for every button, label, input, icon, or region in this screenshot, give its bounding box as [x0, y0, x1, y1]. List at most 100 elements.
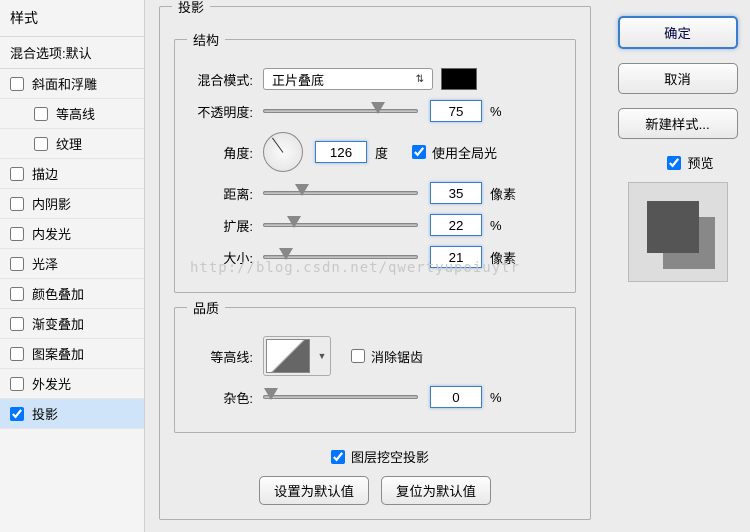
size-slider[interactable] — [263, 255, 418, 259]
knockout-checkbox[interactable]: 图层挖空投影 — [331, 447, 429, 466]
size-label: 大小: — [189, 248, 253, 267]
sidebar-item-checkbox[interactable] — [10, 77, 24, 91]
sidebar-item-1[interactable]: 等高线 — [0, 99, 144, 129]
opacity-thumb[interactable] — [371, 102, 385, 114]
structure-title: 结构 — [187, 30, 225, 49]
ok-button[interactable]: 确定 — [618, 16, 738, 49]
preview-label: 预览 — [687, 153, 713, 172]
sidebar-item-checkbox[interactable] — [10, 377, 24, 391]
noise-thumb[interactable] — [264, 388, 278, 400]
sidebar-item-label: 等高线 — [56, 104, 95, 123]
sidebar-item-label: 投影 — [32, 404, 58, 423]
sidebar-item-10[interactable]: 外发光 — [0, 369, 144, 399]
sidebar-item-11[interactable]: 投影 — [0, 399, 144, 429]
opacity-label: 不透明度: — [189, 102, 253, 121]
global-light-cb[interactable] — [412, 145, 426, 159]
effect-title: 投影 — [172, 0, 210, 16]
sidebar-item-label: 渐变叠加 — [32, 314, 84, 333]
sidebar-item-4[interactable]: 内阴影 — [0, 189, 144, 219]
contour-swatch — [266, 339, 310, 373]
chevron-down-icon: ▼ — [316, 351, 328, 361]
global-light-label: 使用全局光 — [432, 143, 497, 162]
spread-input[interactable] — [430, 214, 482, 236]
cancel-button[interactable]: 取消 — [618, 63, 738, 94]
make-default-button[interactable]: 设置为默认值 — [259, 476, 369, 505]
global-light-checkbox[interactable]: 使用全局光 — [412, 143, 497, 162]
sidebar-item-label: 图案叠加 — [32, 344, 84, 363]
spread-thumb[interactable] — [287, 216, 301, 228]
sidebar-item-6[interactable]: 光泽 — [0, 249, 144, 279]
drop-shadow-group: 投影 结构 混合模式: 正片叠底 ⇅ 不透明度: — [159, 6, 591, 520]
blend-mode-value: 正片叠底 — [272, 70, 324, 89]
sidebar-item-label: 描边 — [32, 164, 58, 183]
sidebar-item-checkbox[interactable] — [10, 257, 24, 271]
noise-input[interactable] — [430, 386, 482, 408]
sidebar-item-0[interactable]: 斜面和浮雕 — [0, 69, 144, 99]
reset-default-button[interactable]: 复位为默认值 — [381, 476, 491, 505]
sidebar-item-9[interactable]: 图案叠加 — [0, 339, 144, 369]
angle-label: 角度: — [189, 143, 253, 162]
styles-sidebar: 样式 混合选项:默认 斜面和浮雕等高线纹理描边内阴影内发光光泽颜色叠加渐变叠加图… — [0, 0, 145, 532]
angle-input[interactable] — [315, 141, 367, 163]
sidebar-item-label: 光泽 — [32, 254, 58, 273]
distance-slider[interactable] — [263, 191, 418, 195]
anti-alias-cb[interactable] — [351, 349, 365, 363]
contour-picker[interactable]: ▼ — [263, 336, 331, 376]
sidebar-item-checkbox[interactable] — [10, 317, 24, 331]
knockout-cb[interactable] — [331, 450, 345, 464]
anti-alias-checkbox[interactable]: 消除锯齿 — [351, 347, 423, 366]
blend-options-item[interactable]: 混合选项:默认 — [0, 37, 144, 69]
sidebar-item-7[interactable]: 颜色叠加 — [0, 279, 144, 309]
opacity-unit: % — [490, 104, 502, 119]
spread-slider[interactable] — [263, 223, 418, 227]
sidebar-item-checkbox[interactable] — [34, 107, 48, 121]
preview-cb[interactable] — [667, 156, 681, 170]
sidebar-item-checkbox[interactable] — [10, 347, 24, 361]
angle-unit: 度 — [375, 143, 388, 162]
distance-input[interactable] — [430, 182, 482, 204]
sidebar-item-label: 斜面和浮雕 — [32, 74, 97, 93]
spread-label: 扩展: — [189, 216, 253, 235]
size-unit: 像素 — [490, 248, 516, 267]
opacity-input[interactable] — [430, 100, 482, 122]
shadow-color-swatch[interactable] — [441, 68, 477, 90]
preview-checkbox[interactable]: 预览 — [641, 153, 740, 172]
sidebar-item-8[interactable]: 渐变叠加 — [0, 309, 144, 339]
select-arrows-icon: ⇅ — [416, 74, 424, 85]
angle-hand — [272, 138, 283, 153]
quality-title: 品质 — [187, 298, 225, 317]
opacity-slider[interactable] — [263, 109, 418, 113]
sidebar-item-3[interactable]: 描边 — [0, 159, 144, 189]
distance-thumb[interactable] — [295, 184, 309, 196]
noise-unit: % — [490, 390, 502, 405]
blend-mode-select[interactable]: 正片叠底 ⇅ — [263, 68, 433, 90]
distance-unit: 像素 — [490, 184, 516, 203]
sidebar-item-label: 颜色叠加 — [32, 284, 84, 303]
sidebar-item-checkbox[interactable] — [10, 167, 24, 181]
sidebar-item-checkbox[interactable] — [10, 287, 24, 301]
structure-group: 结构 混合模式: 正片叠底 ⇅ 不透明度: % — [174, 39, 576, 293]
anti-alias-label: 消除锯齿 — [371, 347, 423, 366]
noise-slider[interactable] — [263, 395, 418, 399]
sidebar-item-5[interactable]: 内发光 — [0, 219, 144, 249]
main-panel: 投影 结构 混合模式: 正片叠底 ⇅ 不透明度: — [145, 0, 605, 532]
preview-layer — [647, 201, 699, 253]
right-panel: 确定 取消 新建样式... 预览 — [605, 0, 750, 532]
sidebar-item-2[interactable]: 纹理 — [0, 129, 144, 159]
size-thumb[interactable] — [279, 248, 293, 260]
sidebar-item-checkbox[interactable] — [34, 137, 48, 151]
sidebar-header: 样式 — [0, 0, 144, 37]
sidebar-item-label: 纹理 — [56, 134, 82, 153]
contour-label: 等高线: — [189, 347, 253, 366]
sidebar-item-label: 外发光 — [32, 374, 71, 393]
distance-label: 距离: — [189, 184, 253, 203]
quality-group: 品质 等高线: ▼ 消除锯齿 杂色: — [174, 307, 576, 433]
sidebar-item-label: 内发光 — [32, 224, 71, 243]
sidebar-item-checkbox[interactable] — [10, 407, 24, 421]
size-input[interactable] — [430, 246, 482, 268]
sidebar-item-checkbox[interactable] — [10, 197, 24, 211]
sidebar-item-checkbox[interactable] — [10, 227, 24, 241]
sidebar-item-label: 内阴影 — [32, 194, 71, 213]
new-style-button[interactable]: 新建样式... — [618, 108, 738, 139]
angle-dial[interactable] — [263, 132, 303, 172]
